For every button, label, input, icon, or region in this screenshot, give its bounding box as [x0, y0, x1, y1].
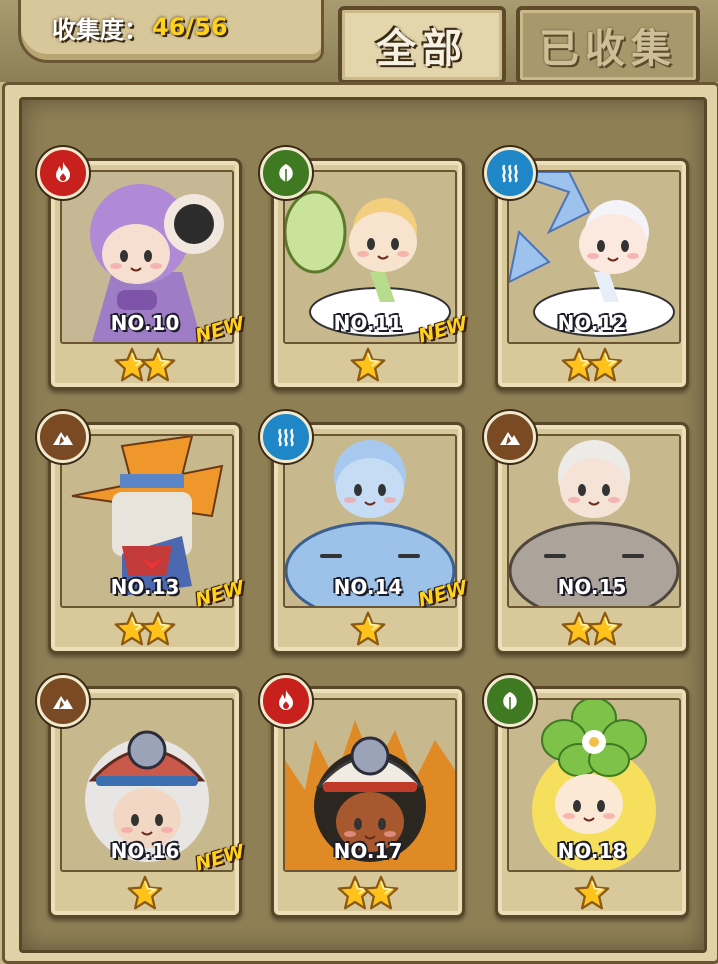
- card-number: NO.18: [557, 839, 627, 863]
- water-element-icon: [260, 411, 312, 463]
- star-icon: [587, 347, 623, 382]
- tab-collected[interactable]: 已收集: [516, 6, 700, 84]
- collection-label: 收集度：: [52, 15, 148, 44]
- water-element-icon: [484, 147, 536, 199]
- earth-element-icon: [37, 411, 89, 463]
- star-icon: [363, 875, 399, 910]
- card-no-17[interactable]: NO.17: [260, 675, 465, 918]
- card-no-12[interactable]: NO.12: [484, 147, 689, 390]
- star-rating: [274, 347, 462, 383]
- top-bar: 收集度： 46/56 全部 已收集: [0, 0, 718, 84]
- card-number: NO.12: [557, 311, 627, 335]
- fire-element-icon: [260, 675, 312, 727]
- collection-panel: NO.10 NEW NO.11 NEW NO.12 NO.13 NEW NO.1…: [2, 82, 718, 964]
- star-icon: [574, 875, 610, 910]
- card-no-15[interactable]: NO.15: [484, 411, 689, 654]
- star-rating: [498, 347, 686, 383]
- star-icon: [140, 347, 176, 382]
- fire-element-icon: [37, 147, 89, 199]
- leaf-element-icon: [484, 675, 536, 727]
- card-no-10[interactable]: NO.10 NEW: [37, 147, 247, 390]
- card-no-16[interactable]: NO.16 NEW: [37, 675, 247, 918]
- star-icon: [140, 611, 176, 646]
- card-no-18[interactable]: NO.18: [484, 675, 689, 918]
- card-no-14[interactable]: NO.14 NEW: [260, 411, 470, 654]
- star-icon: [587, 611, 623, 646]
- card-no-13[interactable]: NO.13 NEW: [37, 411, 247, 654]
- star-rating: [51, 875, 239, 911]
- card-number: NO.15: [557, 575, 627, 599]
- star-icon: [127, 875, 163, 910]
- earth-element-icon: [37, 675, 89, 727]
- star-rating: [51, 611, 239, 647]
- collection-progress: 收集度： 46/56: [52, 10, 228, 44]
- star-rating: [274, 875, 462, 911]
- card-no-11[interactable]: NO.11 NEW: [260, 147, 470, 390]
- card-grid: NO.10 NEW NO.11 NEW NO.12 NO.13 NEW NO.1…: [19, 97, 707, 953]
- card-number: NO.17: [333, 839, 403, 863]
- star-rating: [498, 875, 686, 911]
- star-icon: [350, 347, 386, 382]
- leaf-element-icon: [260, 147, 312, 199]
- earth-element-icon: [484, 411, 536, 463]
- star-rating: [274, 611, 462, 647]
- star-rating: [498, 611, 686, 647]
- collection-value: 46/56: [152, 13, 228, 41]
- tab-all[interactable]: 全部: [338, 6, 506, 84]
- star-rating: [51, 347, 239, 383]
- star-icon: [350, 611, 386, 646]
